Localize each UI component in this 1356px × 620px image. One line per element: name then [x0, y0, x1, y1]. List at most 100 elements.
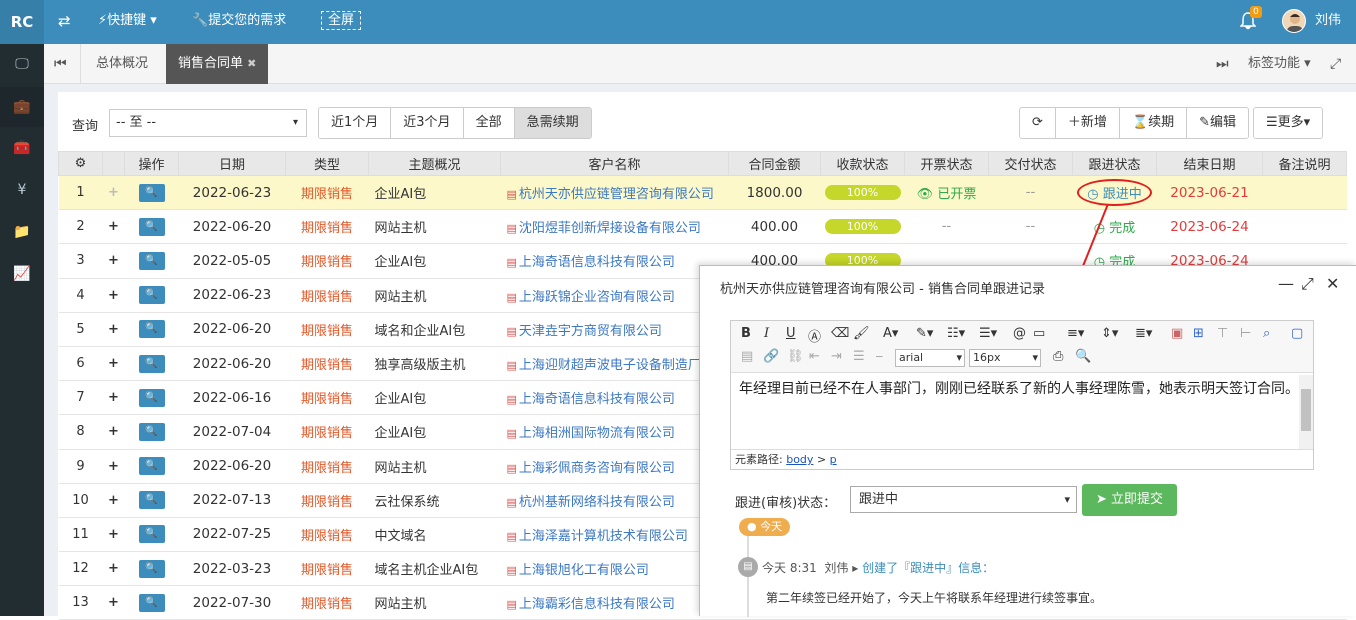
period-urgent-renew[interactable]: 急需续期	[514, 108, 591, 138]
brush-icon[interactable]: 🖌	[853, 326, 870, 341]
underline-icon[interactable]: U	[786, 326, 796, 341]
customer-link[interactable]: 上海迎财超声波电子设备制造厂	[519, 358, 701, 373]
customer-link[interactable]: 上海奇语信息科技有限公司	[519, 255, 675, 270]
expand-plus-icon[interactable]: +	[108, 493, 119, 508]
format-icon[interactable]: Ⓐ	[808, 326, 821, 345]
view-button[interactable]: 🔍	[138, 286, 165, 305]
expand-plus-icon[interactable]: +	[108, 561, 119, 576]
table-icon[interactable]: ⊞	[1193, 326, 1204, 341]
expand-plus-icon[interactable]: +	[108, 527, 119, 542]
expand-plus-icon[interactable]: +	[108, 219, 119, 234]
maximize-icon[interactable]: ⤢	[1301, 274, 1314, 294]
font-color-icon[interactable]: A▾	[883, 326, 898, 341]
scroll-right-icon[interactable]: ⏭	[1216, 44, 1229, 84]
briefcase-icon[interactable]: 💼	[0, 87, 44, 127]
highlight-icon[interactable]: ✎▾	[916, 326, 933, 341]
period-3-months[interactable]: 近3个月	[391, 108, 464, 138]
expand-plus-icon[interactable]: +	[108, 390, 119, 405]
view-button[interactable]: 🔍	[138, 559, 165, 578]
preview-icon[interactable]: ⌕	[1263, 326, 1270, 341]
expand-plus-icon[interactable]: +	[108, 424, 119, 439]
indent-icon[interactable]: ⇤	[809, 349, 820, 364]
expand-icon[interactable]: ⤢	[1330, 44, 1341, 84]
customer-link[interactable]: 沈阳煜菲创新焊接设备有限公司	[519, 221, 701, 236]
avatar[interactable]	[1282, 9, 1306, 33]
expand-plus-icon[interactable]: +	[108, 185, 119, 200]
anchor-icon[interactable]: @	[1013, 326, 1026, 341]
scroll-left-icon[interactable]: ⏮	[54, 44, 67, 84]
print-icon[interactable]: ⎙	[1053, 349, 1063, 364]
paste-icon[interactable]: ▤	[741, 349, 753, 364]
fullscreen-button[interactable]: 全屏	[321, 0, 362, 44]
path-p-link[interactable]: p	[830, 453, 837, 466]
customer-link[interactable]: 上海相洲国际物流有限公司	[519, 426, 675, 441]
expand-plus-icon[interactable]: +	[108, 253, 119, 268]
close-icon[interactable]: ✕	[1326, 274, 1339, 293]
font-size-select[interactable]: 16px ▾	[969, 349, 1041, 367]
customer-link[interactable]: 上海跃锦企业咨询有限公司	[519, 290, 675, 305]
tab-overview[interactable]: 总体概况	[96, 44, 148, 84]
view-button[interactable]: 🔍	[138, 183, 165, 202]
expand-plus-icon[interactable]: +	[108, 288, 119, 303]
minimize-icon[interactable]: —	[1278, 274, 1294, 293]
view-button[interactable]: 🔍	[138, 388, 165, 407]
table-row[interactable]: 1 + 🔍 2022-06-23 期限销售 企业AI包 ▤ 杭州天亦供应链管理咨询有限公司 18…	[58, 175, 1347, 211]
outdent-icon[interactable]: ⇥	[831, 349, 842, 364]
tag-function-menu[interactable]: 标签功能 ▾	[1248, 44, 1311, 84]
search-icon[interactable]: 🔍	[1075, 349, 1091, 364]
expand-plus-icon[interactable]: +	[108, 356, 119, 371]
fullscreen-icon[interactable]: ▢	[1291, 326, 1303, 341]
justify-icon[interactable]: ☰	[853, 349, 865, 364]
bold-icon[interactable]: B	[741, 326, 751, 341]
submit-button[interactable]: ➤ 立即提交	[1082, 484, 1177, 516]
tab-sales-contract[interactable]: 销售合同单 ✖	[166, 44, 269, 84]
ordered-list-icon[interactable]: ☷▾	[947, 326, 965, 341]
view-button[interactable]: 🔍	[138, 457, 165, 476]
image-icon[interactable]: ▣	[1171, 326, 1183, 341]
font-family-select[interactable]: arial ▾	[895, 349, 965, 367]
customer-link[interactable]: 上海泽嘉计算机技术有限公司	[519, 529, 688, 544]
editor-scrollbar[interactable]	[1299, 375, 1313, 449]
username[interactable]: 刘伟	[1315, 0, 1341, 44]
new-button[interactable]: ＋新增	[1055, 108, 1120, 138]
doc-icon[interactable]: ▭	[1033, 326, 1045, 341]
customer-link[interactable]: 杭州天亦供应链管理咨询有限公司	[519, 187, 714, 202]
folder-icon[interactable]: 📁	[0, 212, 44, 252]
chart-line-icon[interactable]: 📈	[0, 254, 44, 294]
monitor-icon[interactable]: 🖵	[0, 44, 44, 84]
shortcuts-menu[interactable]: ⚡快捷键 ▾	[98, 0, 157, 44]
entry-action[interactable]: 创建了『跟进中』信息：	[862, 561, 994, 575]
scrollbar-thumb[interactable]	[1301, 389, 1311, 431]
refresh-button[interactable]: ⟳	[1020, 108, 1056, 138]
path-body-link[interactable]: body	[786, 453, 813, 466]
customer-link[interactable]: 天津垚宇方商贸有限公司	[519, 324, 662, 339]
app-logo[interactable]: RC	[0, 0, 44, 44]
view-button[interactable]: 🔍	[138, 422, 165, 441]
insert-col-icon[interactable]: ⊢	[1240, 326, 1251, 341]
date-range-select[interactable]: -- 至 -- ▾	[109, 109, 307, 137]
edit-button[interactable]: ✎编辑	[1187, 108, 1249, 138]
insert-row-icon[interactable]: ⊤	[1217, 326, 1228, 341]
close-icon[interactable]: ✖	[247, 57, 256, 70]
expand-plus-icon[interactable]: +	[108, 322, 119, 337]
eraser-icon[interactable]: ⌫	[831, 326, 849, 341]
view-button[interactable]: 🔍	[138, 354, 165, 373]
unordered-list-icon[interactable]: ☰▾	[979, 326, 997, 341]
table-row[interactable]: 2 + 🔍 2022-06-20 期限销售 网站主机 ▤ 沈阳煜菲创新焊接设备有限公司 400.…	[58, 209, 1347, 245]
customer-link[interactable]: 上海奇语信息科技有限公司	[519, 392, 675, 407]
view-button[interactable]: 🔍	[138, 217, 165, 236]
view-button[interactable]: 🔍	[138, 491, 165, 510]
line-height-icon[interactable]: ⇕▾	[1101, 326, 1118, 341]
period-1-month[interactable]: 近1个月	[319, 108, 392, 138]
view-button[interactable]: 🔍	[138, 251, 165, 270]
toolbox-icon[interactable]: 🧰	[0, 128, 44, 168]
period-all[interactable]: 全部	[463, 108, 515, 138]
align-icon[interactable]: ≡▾	[1067, 326, 1084, 341]
view-button[interactable]: 🔍	[138, 320, 165, 339]
expand-plus-icon[interactable]: +	[108, 459, 119, 474]
status-select[interactable]: 跟进中 ▾	[850, 486, 1077, 513]
settings-gear-icon[interactable]: ⚙	[58, 151, 103, 176]
submit-need-link[interactable]: 🔧提交您的需求	[192, 0, 286, 44]
hr-icon[interactable]: ⎯	[876, 349, 883, 364]
more-button[interactable]: ☰更多▾	[1254, 108, 1323, 138]
